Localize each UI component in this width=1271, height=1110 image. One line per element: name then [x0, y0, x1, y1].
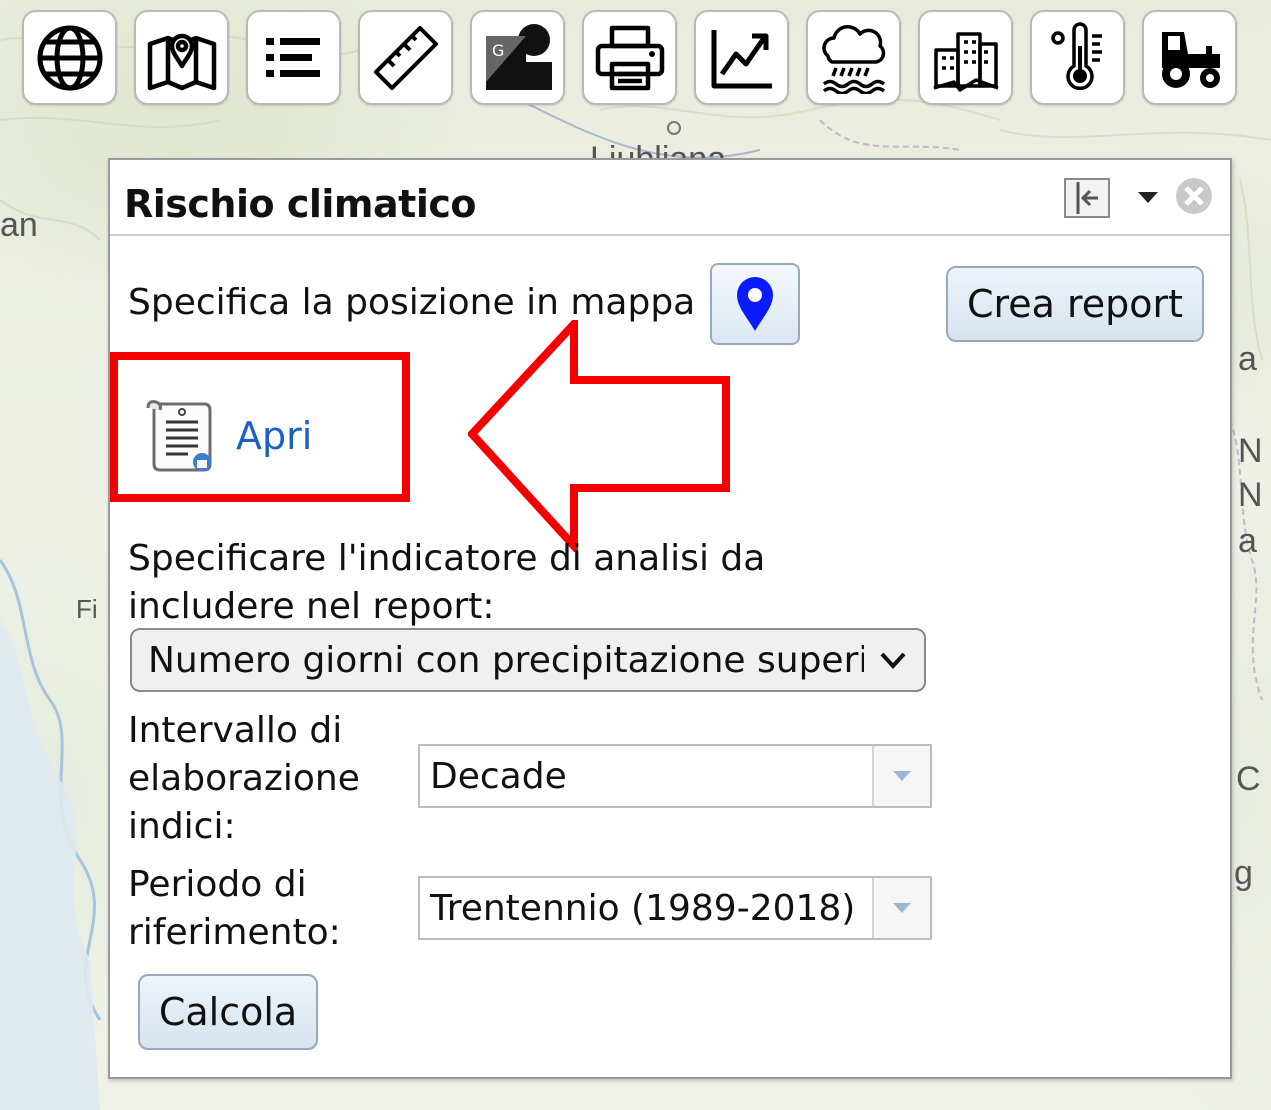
create-report-button[interactable]: Crea report [946, 266, 1204, 342]
storm-flood-button[interactable] [806, 10, 901, 105]
interval-dropdown-button[interactable] [872, 746, 930, 806]
basemap-button[interactable]: G [470, 10, 565, 105]
agriculture-button[interactable] [1142, 10, 1237, 105]
map-label: g [1234, 854, 1253, 892]
map-label: a [1238, 522, 1257, 560]
globe-button[interactable] [22, 10, 117, 105]
map-label: Fi [76, 594, 98, 624]
period-label-cont: riferimento: [128, 912, 341, 953]
period-value: Trentennio (1989-2018) [430, 888, 856, 929]
buildings-risk-button[interactable] [918, 10, 1013, 105]
map-pin-button[interactable] [134, 10, 229, 105]
indicator-label-cont: includere nel report: [128, 586, 495, 627]
interval-label-cont: elaborazione [128, 758, 360, 799]
map-label: N [1238, 432, 1263, 470]
period-label: Periodo di [128, 864, 307, 905]
indicator-select[interactable]: Numero giorni con precipitazione superio… [130, 628, 926, 692]
printer-icon [595, 25, 664, 90]
measure-button[interactable] [358, 10, 453, 105]
panel-menu-caret-icon[interactable] [1136, 188, 1160, 206]
map-label: N [1238, 476, 1263, 514]
temperature-button[interactable] [1030, 10, 1125, 105]
highlight-box [110, 352, 410, 502]
indicator-label: Specificare l'indicatore di analisi da [128, 538, 766, 579]
interval-value: Decade [430, 756, 567, 797]
map-label: an [0, 206, 38, 244]
dropdown-arrow-icon [893, 771, 911, 781]
list-icon [265, 37, 320, 77]
period-combobox[interactable]: Trentennio (1989-2018) [418, 876, 932, 940]
chart-button[interactable] [694, 10, 789, 105]
position-label: Specifica la posizione in mappa [128, 282, 696, 323]
pointer-arrow-icon [468, 320, 730, 552]
dock-panel-icon[interactable] [1064, 178, 1110, 218]
climate-risk-panel: Rischio climatico Specifica la posizione… [108, 158, 1232, 1079]
svg-text:G: G [492, 41, 504, 60]
indicator-select-value: Numero giorni con precipitazione superio… [148, 639, 864, 681]
thermometer-icon [1050, 21, 1102, 90]
ruler-icon [373, 25, 438, 90]
buildings-earthquake-icon [932, 31, 999, 92]
interval-combobox[interactable]: Decade [418, 744, 932, 808]
tractor-icon [1161, 31, 1220, 88]
interval-label: Intervallo di [128, 710, 343, 751]
map-label: a [1238, 340, 1257, 378]
chevron-down-icon [880, 652, 906, 669]
chart-trend-icon [711, 29, 772, 88]
map-label: C [1236, 760, 1261, 798]
panel-header[interactable]: Rischio climatico [110, 160, 1230, 236]
panel-title: Rischio climatico [124, 182, 476, 226]
location-pin-icon [737, 277, 773, 331]
print-button[interactable] [582, 10, 677, 105]
calculate-button[interactable]: Calcola [138, 974, 318, 1050]
dropdown-arrow-icon [893, 903, 911, 913]
map-pin-icon [147, 33, 216, 90]
toolbar: G [22, 10, 1237, 108]
close-icon[interactable] [1174, 176, 1214, 216]
legend-list-button[interactable] [246, 10, 341, 105]
basemap-icon: G [485, 23, 552, 90]
storm-flood-icon [821, 24, 885, 94]
period-dropdown-button[interactable] [872, 878, 930, 938]
globe-icon [37, 25, 102, 90]
interval-label-end: indici: [128, 806, 236, 847]
